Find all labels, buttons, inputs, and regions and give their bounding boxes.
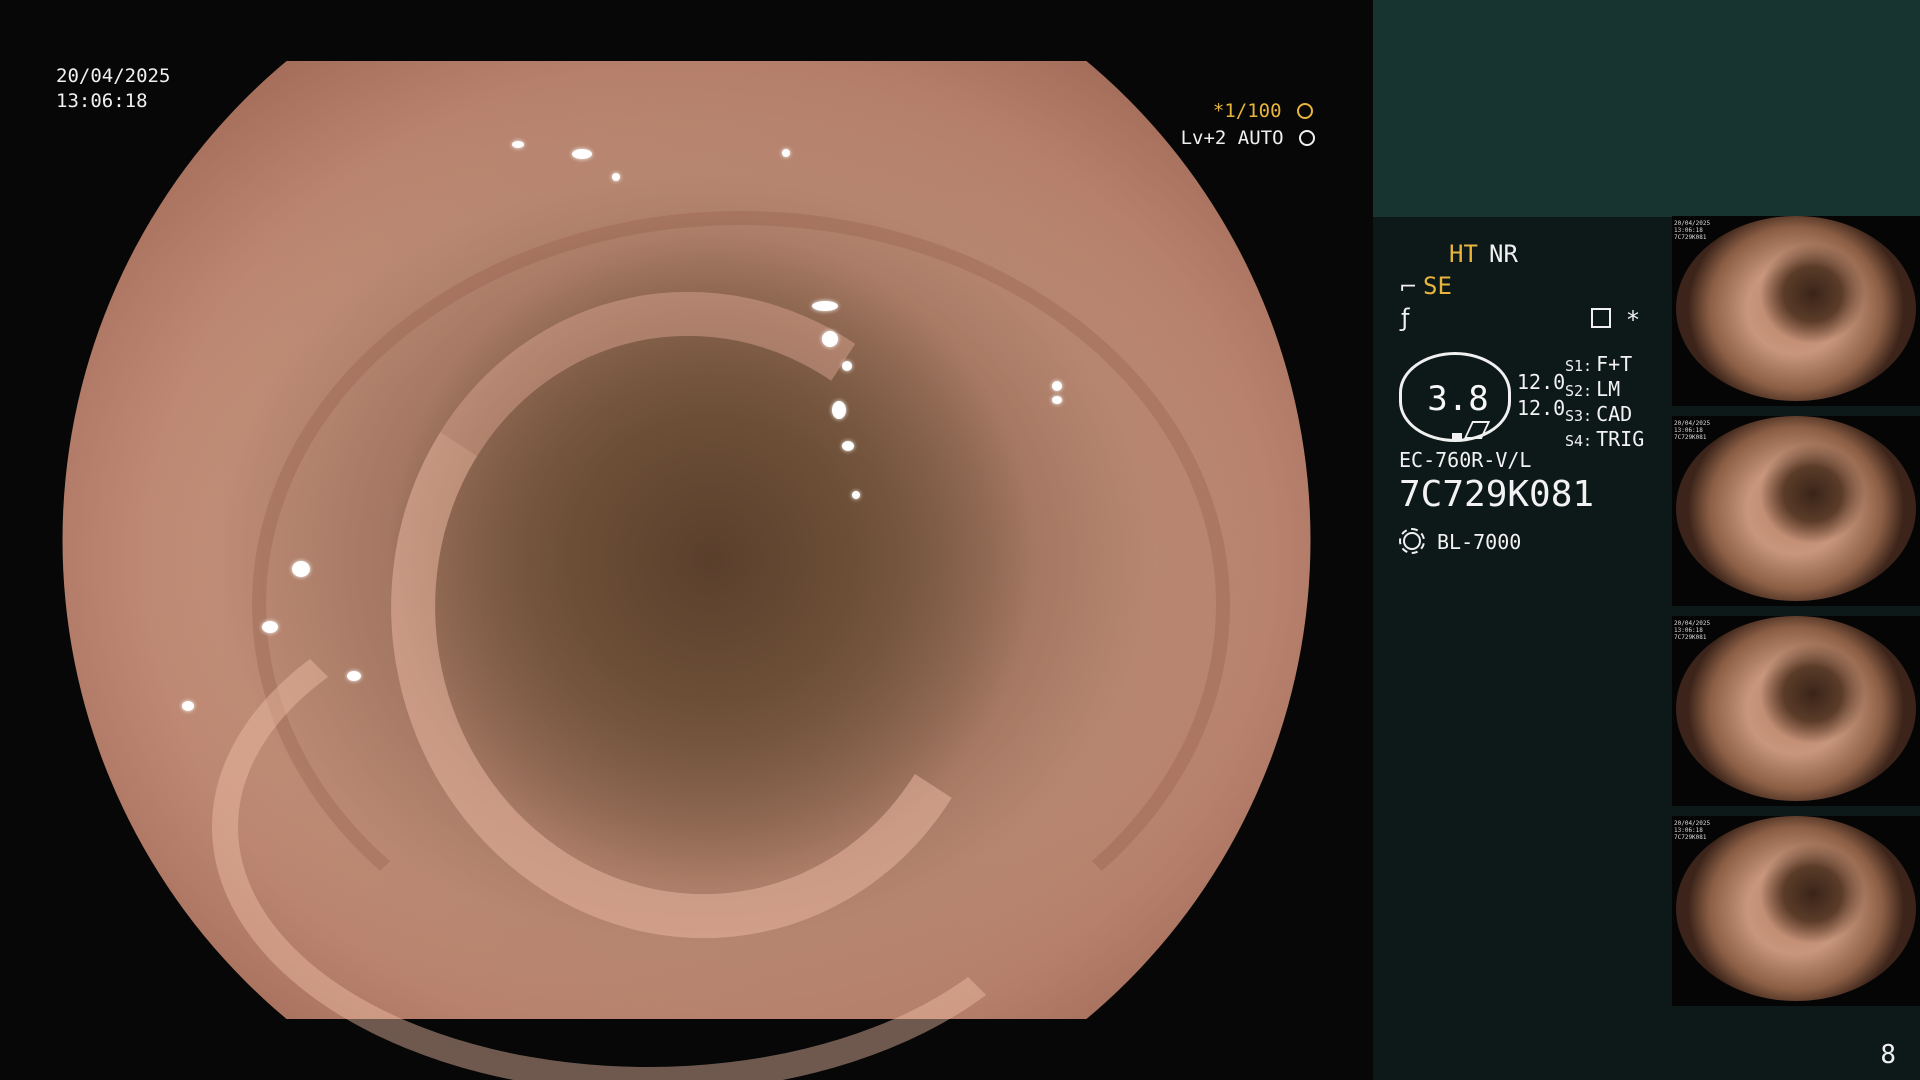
- switch-3: S3: CAD: [1565, 402, 1632, 426]
- zoom-label: *1/100: [1212, 100, 1282, 122]
- light-reflection: [822, 331, 838, 347]
- thumbnail-serial: 7C729K081: [1674, 634, 1707, 641]
- light-reflection: [1052, 396, 1062, 404]
- light-reflection: [572, 149, 592, 159]
- thumbnail-strip: 20/04/2025 13:06:18 7C729K081 20/04/2025…: [1672, 216, 1920, 1016]
- thumbnail-time: 13:06:18: [1674, 827, 1703, 834]
- thumbnail-time: 13:06:18: [1674, 427, 1703, 434]
- panel-top-band: [1373, 0, 1920, 217]
- overlay-time: 13:06:18: [56, 90, 148, 112]
- mode-ht: HT: [1449, 240, 1478, 268]
- thumbnail[interactable]: 20/04/2025 13:06:18 7C729K081: [1672, 216, 1920, 406]
- scope-model: EC-760R-V/L: [1399, 448, 1532, 472]
- shutter-icon: [1297, 103, 1313, 119]
- scope-serial: 7C729K081: [1399, 474, 1595, 515]
- light-reflection: [262, 621, 278, 633]
- thumbnail-date: 20/04/2025: [1674, 420, 1711, 427]
- switch-3-prefix: S3:: [1565, 407, 1593, 425]
- thumbnail-serial: 7C729K081: [1674, 434, 1707, 441]
- light-reflection: [512, 141, 524, 148]
- thumbnail-stamp: 20/04/2025 13:06:18 7C729K081: [1674, 420, 1710, 441]
- light-reflection: [182, 701, 194, 711]
- switch-1: S1: F+T: [1565, 352, 1632, 376]
- value-2: 12.0: [1517, 396, 1566, 420]
- function-icon: ƒ: [1401, 304, 1410, 332]
- hex-value: 3.8: [1427, 379, 1489, 419]
- switch-4: S4: TRIG: [1565, 427, 1644, 451]
- thumbnail-date: 20/04/2025: [1674, 820, 1711, 827]
- mode-nr: NR: [1489, 240, 1518, 268]
- switch-1-prefix: S1:: [1565, 357, 1593, 375]
- mucosa-fold-lower: [212, 561, 1084, 1080]
- enhancement-icon: ⌐: [1399, 275, 1418, 300]
- light-reflection: [347, 671, 361, 681]
- zoom-overlay: *1/100: [1213, 100, 1313, 122]
- thumbnail-serial: 7C729K081: [1674, 234, 1707, 241]
- switch-4-prefix: S4:: [1565, 432, 1593, 450]
- thumbnail-image: [1676, 616, 1916, 801]
- thumbnail-time: 13:06:18: [1674, 627, 1703, 634]
- endoscope-image: [62, 61, 1311, 1080]
- endoscope-main-view: 20/04/2025 13:06:18 *1/100 Lv+2 AUTO: [0, 0, 1373, 1080]
- light-reflection: [612, 173, 620, 181]
- menu-icon: [1591, 308, 1611, 328]
- tilted-icon: [1463, 421, 1491, 439]
- small-rect-icon: [1452, 433, 1462, 440]
- level-label: Lv+2 AUTO: [1180, 127, 1284, 149]
- light-reflection: [782, 149, 790, 157]
- thumbnail[interactable]: 20/04/2025 13:06:18 7C729K081: [1672, 616, 1920, 806]
- thumbnail-time: 13:06:18: [1674, 227, 1703, 234]
- star-icon: *: [1627, 306, 1639, 334]
- light-source-label: BL-7000: [1437, 530, 1522, 554]
- switch-3-label: CAD: [1596, 402, 1633, 426]
- light-reflection: [1052, 381, 1062, 391]
- date-time-overlay: 20/04/2025 13:06:18: [56, 64, 170, 114]
- page-number: 8: [1880, 1040, 1896, 1070]
- light-reflection: [832, 401, 846, 419]
- switch-2-label: LM: [1596, 377, 1621, 401]
- thumbnail-date: 20/04/2025: [1674, 220, 1711, 227]
- auto-icon: [1299, 130, 1315, 146]
- switch-2-prefix: S2:: [1565, 382, 1593, 400]
- light-reflection: [842, 441, 854, 451]
- thumbnail-image: [1676, 816, 1916, 1001]
- thumbnail[interactable]: 20/04/2025 13:06:18 7C729K081: [1672, 816, 1920, 1006]
- mode-se: SE: [1423, 272, 1452, 300]
- light-reflection: [292, 561, 310, 577]
- value-hexagon: 3.8: [1399, 352, 1511, 442]
- switch-1-label: F+T: [1596, 352, 1633, 376]
- light-reflection: [852, 491, 860, 499]
- thumbnail-stamp: 20/04/2025 13:06:18 7C729K081: [1674, 220, 1710, 241]
- thumbnail-image: [1676, 416, 1916, 601]
- thumbnail-image: [1676, 216, 1916, 401]
- light-reflection: [812, 301, 838, 311]
- thumbnail-stamp: 20/04/2025 13:06:18 7C729K081: [1674, 820, 1710, 841]
- overlay-date: 20/04/2025: [56, 65, 171, 87]
- switch-2: S2: LM: [1565, 377, 1620, 401]
- level-overlay: Lv+2 AUTO: [1181, 127, 1315, 149]
- light-source-icon: [1399, 528, 1425, 554]
- thumbnail[interactable]: 20/04/2025 13:06:18 7C729K081: [1672, 416, 1920, 606]
- switch-4-label: TRIG: [1596, 427, 1645, 451]
- thumbnail-stamp: 20/04/2025 13:06:18 7C729K081: [1674, 620, 1710, 641]
- thumbnail-serial: 7C729K081: [1674, 834, 1707, 841]
- light-reflection: [842, 361, 852, 371]
- value-1: 12.0: [1517, 370, 1566, 394]
- thumbnail-date: 20/04/2025: [1674, 620, 1711, 627]
